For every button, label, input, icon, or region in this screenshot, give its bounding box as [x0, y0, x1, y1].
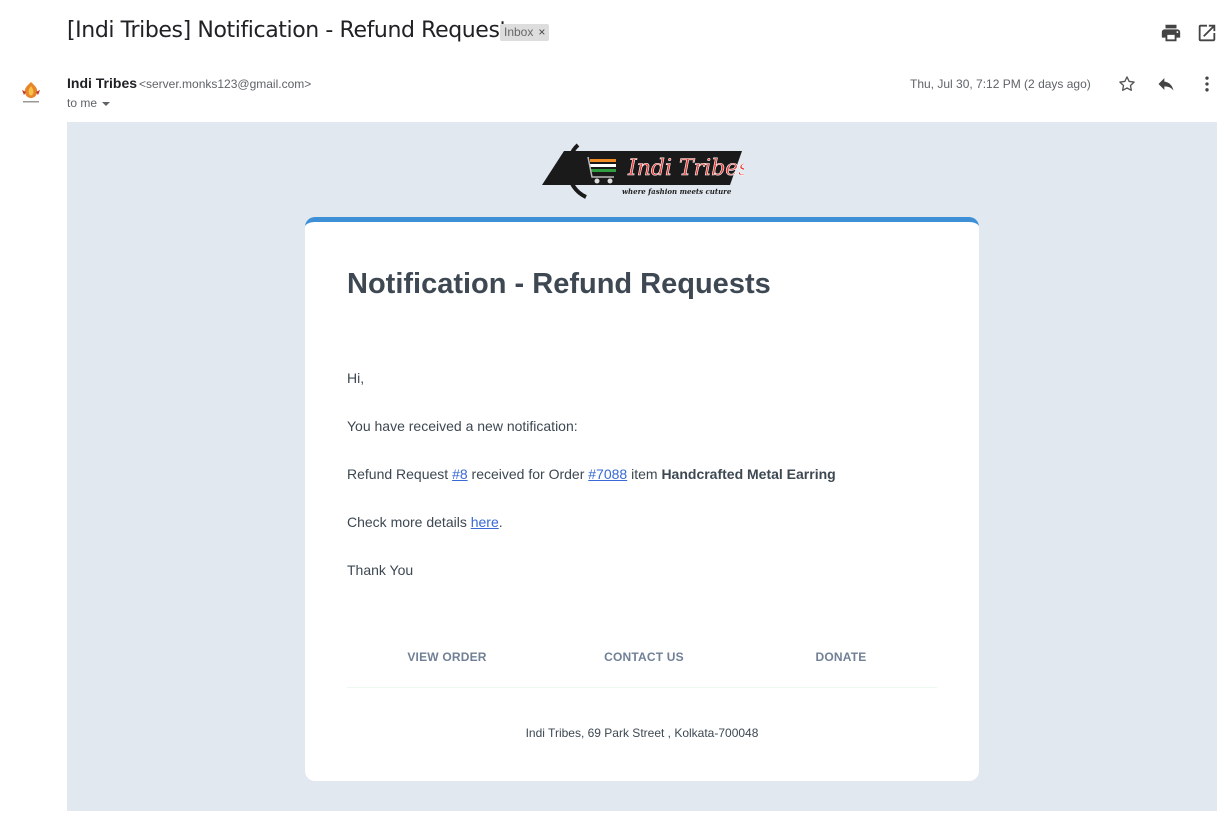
indi-tribes-logo[interactable]: Indi Tribes where fashion meets cuture	[542, 137, 750, 201]
details-suffix: .	[498, 514, 503, 530]
recipient-details-toggle[interactable]: to me	[67, 96, 111, 110]
sender-name[interactable]: Indi Tribes	[67, 75, 137, 91]
contact-us-link[interactable]: CONTACT US	[604, 650, 684, 664]
logo-tagline: where fashion meets cuture	[622, 187, 732, 196]
details-line: Check more details here.	[347, 514, 503, 530]
sender-email: <server.monks123@gmail.com>	[139, 77, 312, 91]
notification-title: Notification - Refund Requests	[347, 268, 771, 300]
reply-icon[interactable]	[1156, 74, 1176, 94]
logo-brand-text: Indi Tribes	[627, 156, 744, 181]
intro-text: You have received a new notification:	[347, 418, 578, 434]
refund-request-link[interactable]: #8	[452, 466, 468, 482]
remove-label-icon[interactable]: ×	[538, 25, 545, 39]
star-icon[interactable]	[1117, 74, 1137, 94]
email-subject: [Indi Tribes] Notification - Refund Requ…	[67, 18, 519, 43]
details-here-link[interactable]: here	[471, 514, 499, 530]
footer-divider	[347, 687, 937, 688]
more-vert-icon[interactable]	[1197, 74, 1217, 94]
email-body: Indi Tribes where fashion meets cuture N…	[67, 122, 1217, 811]
print-icon[interactable]	[1160, 22, 1182, 44]
closing-text: Thank You	[347, 562, 414, 578]
sender-avatar	[16, 78, 46, 108]
item-name: Handcrafted Metal Earring	[661, 466, 836, 482]
refund-middle: received for Order	[467, 466, 589, 482]
notification-card: Notification - Refund Requests Hi, You h…	[305, 217, 979, 781]
refund-prefix: Refund Request	[347, 466, 453, 482]
recipient-text: to me	[67, 96, 98, 110]
inbox-label[interactable]: Inbox ×	[500, 24, 550, 41]
greeting: Hi,	[347, 370, 365, 386]
refund-details: Refund Request #8 received for Order #70…	[347, 466, 836, 482]
order-link[interactable]: #7088	[588, 466, 627, 482]
view-order-link[interactable]: VIEW ORDER	[407, 650, 486, 664]
donate-link[interactable]: DONATE	[816, 650, 867, 664]
email-timestamp: Thu, Jul 30, 7:12 PM (2 days ago)	[910, 77, 1091, 91]
subject-row: [Indi Tribes] Notification - Refund Requ…	[67, 16, 1227, 48]
inbox-label-text: Inbox	[504, 25, 534, 39]
store-address: Indi Tribes, 69 Park Street , Kolkata-70…	[525, 726, 759, 740]
item-prefix: item	[627, 466, 662, 482]
chevron-down-icon[interactable]	[102, 101, 111, 106]
open-in-new-window-icon[interactable]	[1196, 22, 1218, 44]
details-prefix: Check more details	[347, 514, 471, 530]
